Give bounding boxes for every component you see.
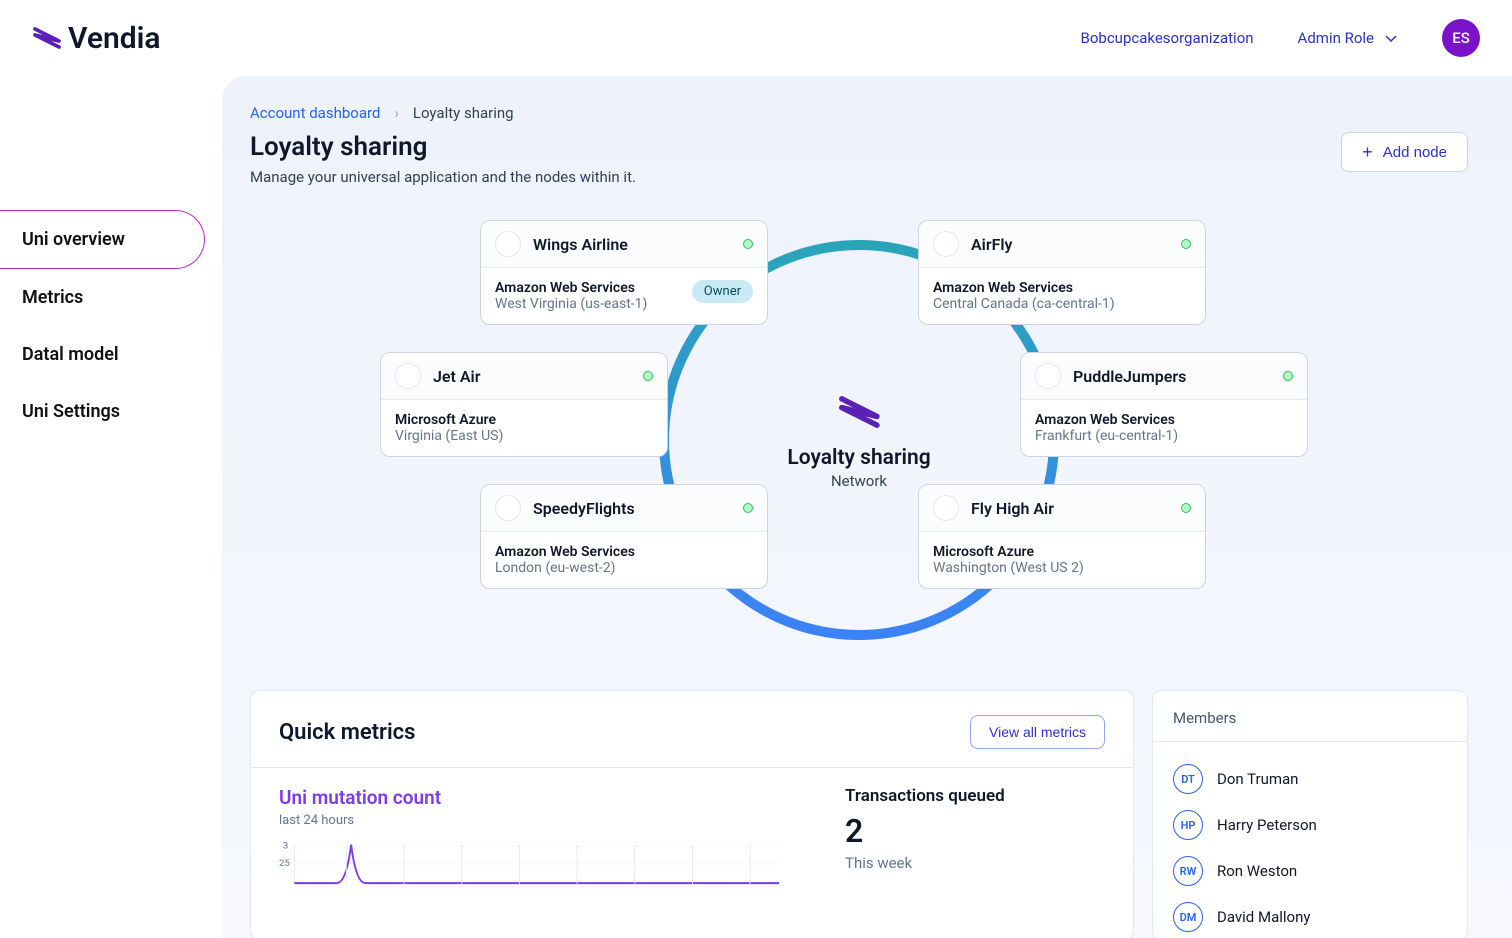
member-avatar: RW	[1173, 856, 1203, 886]
header-actions: Bobcupcakesorganization Admin Role ES	[1081, 19, 1481, 57]
members-panel: Members DT Don Truman HP Harry Peterson RW Ro…	[1152, 690, 1468, 938]
member-row[interactable]: RW Ron Weston	[1173, 848, 1447, 894]
members-title: Members	[1153, 691, 1467, 742]
status-online-icon	[743, 503, 753, 513]
quick-metrics-panel: Quick metrics View all metrics Uni mutat…	[250, 690, 1134, 938]
breadcrumb-root[interactable]: Account dashboard	[250, 104, 380, 122]
node-cloud: Amazon Web Services	[1035, 412, 1293, 428]
node-card-puddlejumpers[interactable]: PuddleJumpers Amazon Web ServicesFrankfur…	[1020, 352, 1308, 457]
member-avatar: DT	[1173, 764, 1203, 794]
plus-icon: +	[1362, 143, 1373, 161]
node-name: PuddleJumpers	[1073, 367, 1271, 386]
node-avatar-icon	[495, 231, 521, 257]
add-node-button[interactable]: + Add node	[1341, 132, 1468, 172]
member-row[interactable]: DM David Mallony	[1173, 894, 1447, 938]
node-card-wings-airline[interactable]: Wings AirlineAmazon Web ServicesWest Vir…	[480, 220, 768, 325]
member-avatar: HP	[1173, 810, 1203, 840]
node-region: Central Canada (ca-central-1)	[933, 296, 1191, 312]
transactions-value: 2	[845, 812, 1105, 850]
quick-metrics-title: Quick metrics	[279, 720, 415, 745]
member-name: Don Truman	[1217, 770, 1298, 788]
network-subtitle: Network	[787, 472, 930, 490]
node-name: Fly High Air	[971, 499, 1169, 518]
node-cloud: Amazon Web Services	[495, 544, 753, 560]
org-link[interactable]: Bobcupcakesorganization	[1081, 29, 1254, 47]
status-online-icon	[1181, 239, 1191, 249]
node-cloud: Amazon Web Services	[933, 280, 1191, 296]
breadcrumb: Account dashboard › Loyalty sharing	[250, 104, 1468, 122]
node-card-speedyflights[interactable]: SpeedyFlights Amazon Web ServicesLondon (…	[480, 484, 768, 589]
brand-logo[interactable]: Vendia	[32, 21, 161, 56]
member-name: Ron Weston	[1217, 862, 1297, 880]
node-region: Frankfurt (eu-central-1)	[1035, 428, 1293, 444]
node-card-fly-high-air[interactable]: Fly High Air Microsoft AzureWashington (W…	[918, 484, 1206, 589]
transactions-label: Transactions queued	[845, 786, 1105, 806]
network-center: Loyalty sharing Network	[787, 390, 930, 490]
node-avatar-icon	[495, 495, 521, 521]
node-card-jet-air[interactable]: Jet Air Microsoft AzureVirginia (East US)	[380, 352, 668, 457]
node-card-airfly[interactable]: AirFly Amazon Web ServicesCentral Canada …	[918, 220, 1206, 325]
node-avatar-icon	[933, 495, 959, 521]
sidebar-nav: Uni overviewMetricsDatal modelUni Settin…	[0, 76, 222, 938]
transactions-block: Transactions queued 2 This week	[845, 786, 1105, 890]
network-title: Loyalty sharing	[787, 446, 930, 470]
member-row[interactable]: HP Harry Peterson	[1173, 802, 1447, 848]
sidebar-item-metrics[interactable]: Metrics	[0, 269, 222, 326]
page-title: Loyalty sharing	[250, 132, 636, 162]
network-diagram: Loyalty sharing Network Wings AirlineAma…	[250, 210, 1468, 670]
sidebar-item-datal-model[interactable]: Datal model	[0, 326, 222, 383]
node-avatar-icon	[933, 231, 959, 257]
svg-text:3: 3	[283, 841, 288, 852]
node-region: Virginia (East US)	[395, 428, 653, 444]
app-header: Vendia Bobcupcakesorganization Admin Rol…	[0, 0, 1512, 76]
member-avatar: DM	[1173, 902, 1203, 932]
page-subtitle: Manage your universal application and th…	[250, 168, 636, 186]
view-all-metrics-button[interactable]: View all metrics	[970, 715, 1105, 749]
bottom-panels: Quick metrics View all metrics Uni mutat…	[250, 690, 1468, 938]
member-row[interactable]: DT Don Truman	[1173, 756, 1447, 802]
node-region: Washington (West US 2)	[933, 560, 1191, 576]
status-online-icon	[743, 239, 753, 249]
chart-title: Uni mutation count	[279, 786, 785, 809]
node-name: SpeedyFlights	[533, 499, 731, 518]
sidebar-item-uni-overview[interactable]: Uni overview	[0, 210, 205, 269]
mutation-line-chart: 3 25	[279, 836, 779, 886]
add-node-label: Add node	[1383, 144, 1447, 161]
node-cloud: Microsoft Azure	[933, 544, 1191, 560]
transactions-period: This week	[845, 854, 1105, 872]
member-name: David Mallony	[1217, 908, 1310, 926]
member-name: Harry Peterson	[1217, 816, 1317, 834]
user-avatar[interactable]: ES	[1442, 19, 1480, 57]
brand-name: Vendia	[68, 21, 161, 56]
status-online-icon	[643, 371, 653, 381]
main-content: Account dashboard › Loyalty sharing Loya…	[222, 76, 1512, 938]
vendia-logo-icon	[32, 23, 62, 53]
status-online-icon	[1181, 503, 1191, 513]
mutation-chart-block: Uni mutation count last 24 hours 3 25	[279, 786, 785, 890]
node-cloud: Microsoft Azure	[395, 412, 653, 428]
members-list: DT Don Truman HP Harry Peterson RW Ron Weston…	[1153, 742, 1467, 938]
breadcrumb-current: Loyalty sharing	[413, 104, 514, 122]
node-name: Jet Air	[433, 367, 631, 386]
node-name: AirFly	[971, 235, 1169, 254]
chart-subtitle: last 24 hours	[279, 813, 785, 828]
sidebar-item-uni-settings[interactable]: Uni Settings	[0, 383, 222, 440]
role-selector[interactable]: Admin Role	[1298, 29, 1398, 47]
node-avatar-icon	[395, 363, 421, 389]
chevron-right-icon: ›	[394, 104, 399, 122]
chevron-down-icon	[1384, 31, 1398, 45]
node-avatar-icon	[1035, 363, 1061, 389]
vendia-logo-icon	[837, 390, 881, 434]
role-label: Admin Role	[1298, 29, 1374, 47]
node-region: London (eu-west-2)	[495, 560, 753, 576]
owner-badge: Owner	[692, 280, 753, 303]
svg-text:25: 25	[279, 858, 290, 869]
node-name: Wings Airline	[533, 235, 731, 254]
status-online-icon	[1283, 371, 1293, 381]
